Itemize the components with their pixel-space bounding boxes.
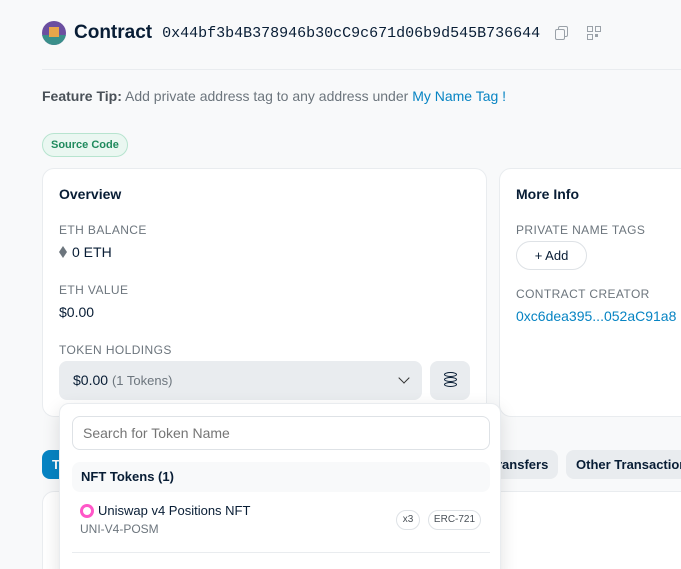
token-holdings-menu: NFT Tokens (1) Uniswap v4 Positions NFT … <box>59 403 501 569</box>
more-info-card: More Info PRIVATE NAME TAGS + Add CONTRA… <box>499 168 681 417</box>
contract-creator-label: CONTRACT CREATOR <box>516 287 650 301</box>
contract-avatar-icon <box>42 21 66 45</box>
more-info-title: More Info <box>516 186 579 202</box>
token-standard-badge: ERC-721 <box>428 510 481 530</box>
eth-balance-value: 0 ETH <box>59 244 112 260</box>
overview-card: Overview ETH BALANCE 0 ETH ETH VALUE $0.… <box>42 168 487 417</box>
eth-icon <box>59 246 67 258</box>
qr-code-icon[interactable] <box>586 25 602 41</box>
token-search-input[interactable] <box>72 416 490 450</box>
uniswap-logo-icon <box>80 504 94 518</box>
token-symbol: UNI-V4-POSM <box>80 522 159 536</box>
copy-icon[interactable] <box>554 25 570 41</box>
eth-value-value: $0.00 <box>59 304 95 320</box>
page-header: Contract 0x44bf3b4B378946b30cC9c671d06b9… <box>42 20 602 46</box>
overview-title: Overview <box>59 186 122 202</box>
chevron-down-icon <box>398 372 410 384</box>
token-holdings-label: TOKEN HOLDINGS <box>59 343 172 357</box>
token-holdings-dropdown[interactable]: $0.00 (1 Tokens) <box>59 361 422 400</box>
token-row-divider <box>72 552 490 553</box>
holdings-token-count: (1 Tokens) <box>111 373 173 388</box>
page-title: Contract <box>74 22 153 43</box>
header-divider <box>42 69 681 70</box>
token-name: Uniswap v4 Positions NFT <box>98 503 251 518</box>
multichain-portfolio-button[interactable] <box>430 361 470 400</box>
contract-creator-link[interactable]: 0xc6dea395...052aC91a8 <box>516 308 676 324</box>
token-holdings-amount: $0.00 (1 Tokens) <box>73 372 172 388</box>
feature-tip-label: Feature Tip: <box>42 88 122 104</box>
tab-other-transactions[interactable]: Other Transactions <box>566 450 681 479</box>
feature-tip: Feature Tip: Add private address tag to … <box>42 88 506 104</box>
nft-tokens-group-header: NFT Tokens (1) <box>72 462 490 492</box>
holdings-usd: $0.00 <box>73 372 109 388</box>
feature-tip-text: Add private address tag to any address u… <box>125 88 409 104</box>
contract-address[interactable]: 0x44bf3b4B378946b30cC9c671d06b9d545B7366… <box>162 25 540 42</box>
private-name-tags-label: PRIVATE NAME TAGS <box>516 223 646 237</box>
source-code-badge[interactable]: Source Code <box>42 133 128 157</box>
eth-balance-label: ETH BALANCE <box>59 223 147 237</box>
add-name-tag-button[interactable]: + Add <box>516 241 587 270</box>
token-list-item[interactable]: Uniswap v4 Positions NFT UNI-V4-POSM x3 … <box>72 500 490 546</box>
my-name-tag-link[interactable]: My Name Tag ! <box>412 88 506 104</box>
eth-value-label: ETH VALUE <box>59 283 129 297</box>
eth-balance-text: 0 ETH <box>72 244 112 260</box>
token-quantity-badge: x3 <box>396 510 420 530</box>
